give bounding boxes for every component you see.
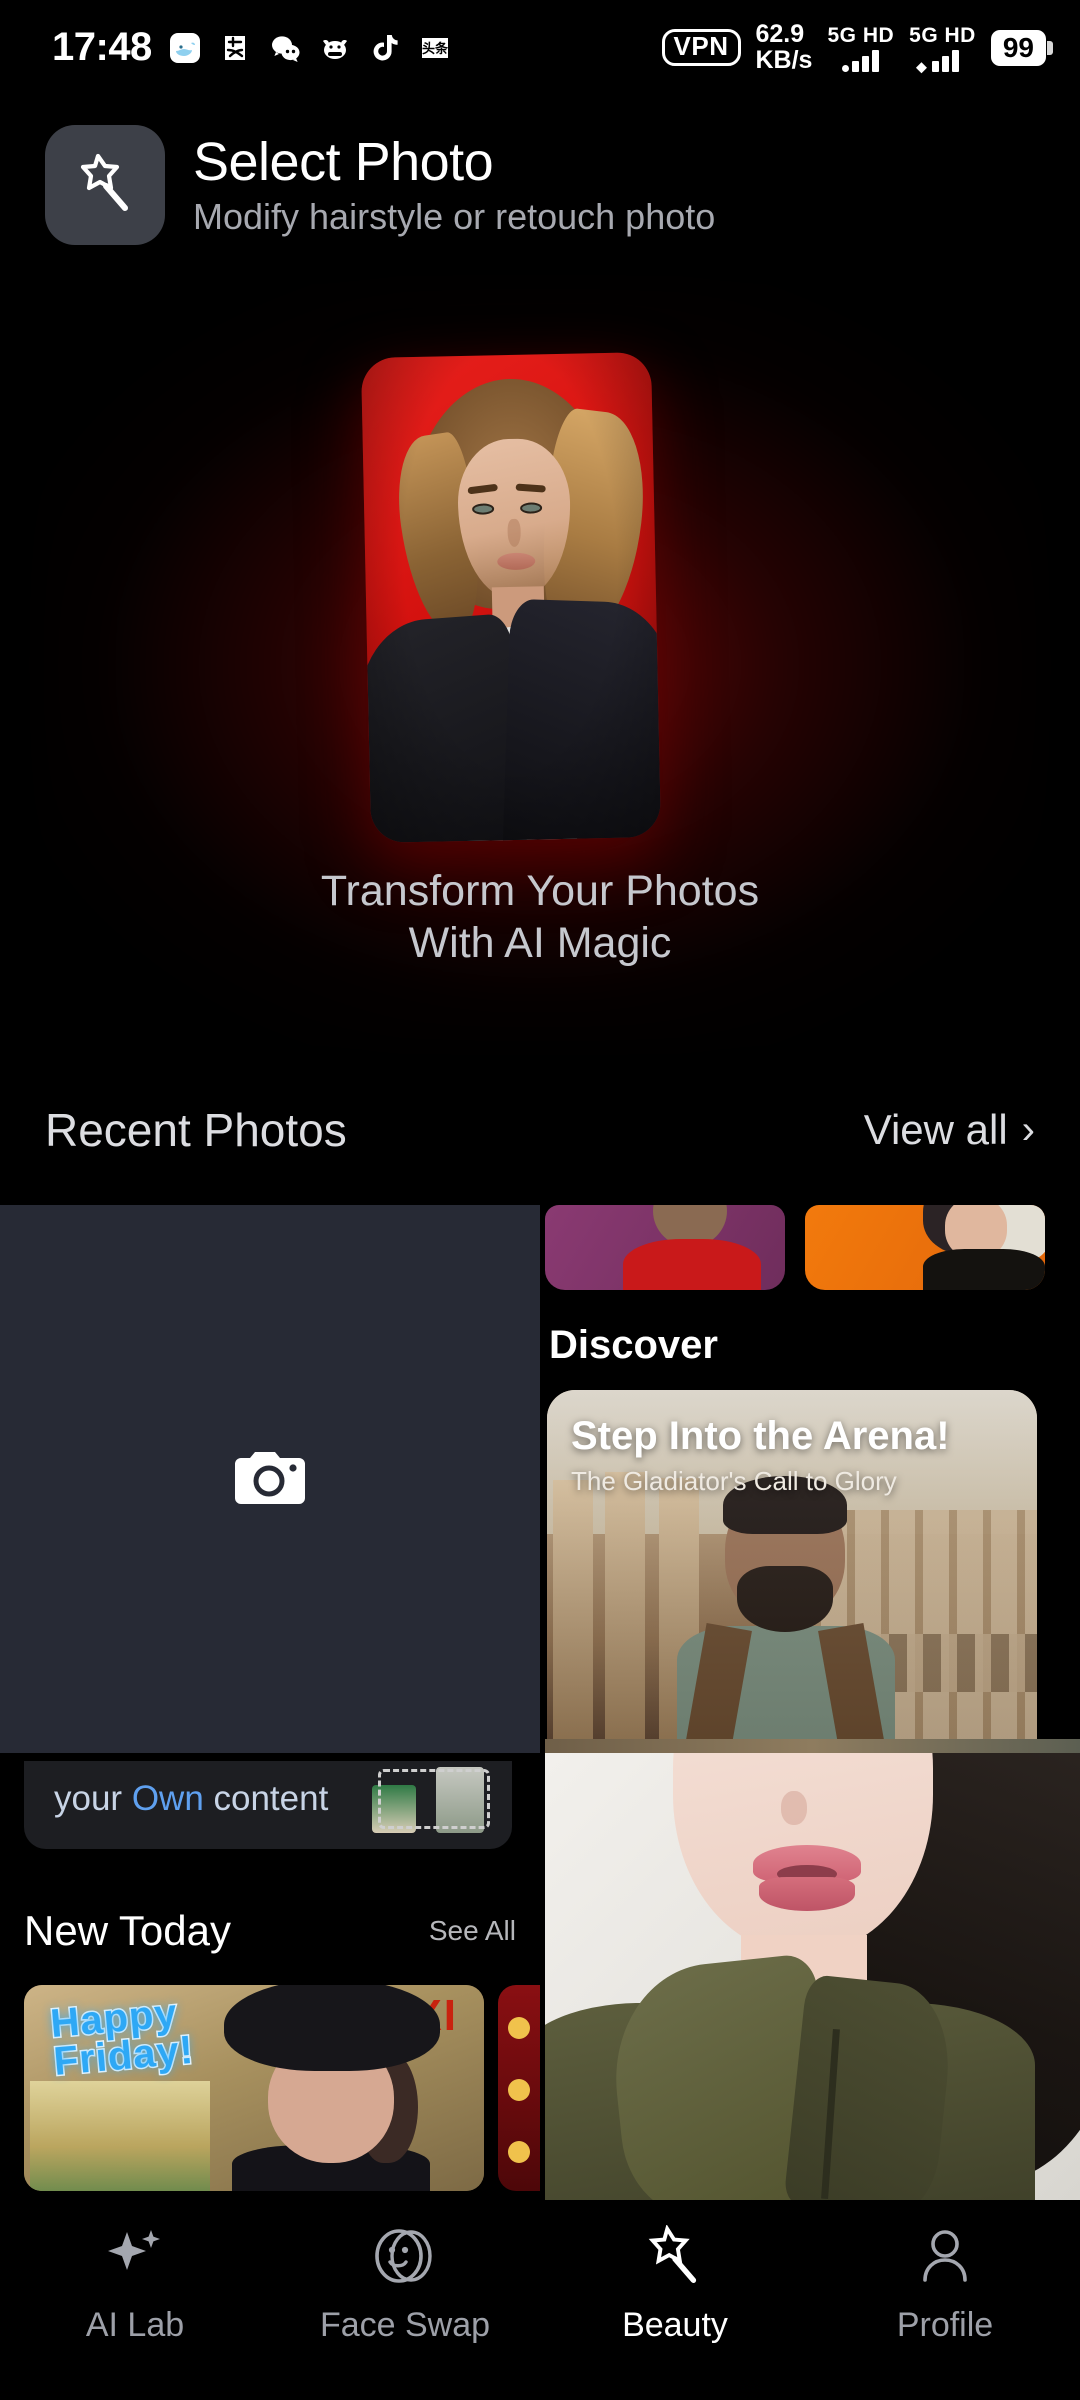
battery-badge: 99: [990, 29, 1054, 66]
selection-marquee: [378, 1769, 490, 1829]
nav-item-profile[interactable]: Profile: [810, 2222, 1080, 2345]
status-bar-right: VPN 62.9 KB/s 5G HD 5G HD ⬥ 99: [661, 20, 1054, 76]
nav-label-profile: Profile: [896, 2306, 994, 2344]
smiley-swap-icon: [371, 2222, 439, 2292]
discover-pane: Discover Step Into the Arena! The Gladia…: [545, 1205, 1080, 1753]
network-speed-value: 62.9: [755, 20, 805, 48]
header-icon-button[interactable]: [45, 125, 165, 245]
nav-label-face-swap: Face Swap: [319, 2306, 491, 2344]
own-text-prefix: your: [54, 1779, 132, 1818]
hero-photo-card[interactable]: [360, 352, 662, 843]
wechat-icon: [268, 31, 302, 65]
thumb-child-body: [623, 1239, 761, 1290]
sim1-bars: [842, 49, 880, 72]
magic-wand-icon: [643, 2222, 707, 2292]
hero-caption: Transform Your Photos With AI Magic: [0, 865, 1080, 970]
child-purple-thumb[interactable]: [545, 1205, 785, 1290]
svg-text:头条: 头条: [422, 41, 449, 57]
page-title: Select Photo: [193, 131, 494, 192]
data-transfer-icon: ⬥: [915, 58, 928, 76]
recent-thumbnails-row: [545, 1205, 1080, 1290]
lower-split-region: your Own content New Today See All EXI H…: [0, 1739, 1080, 2200]
nav-item-ai-lab[interactable]: AI Lab: [0, 2222, 270, 2345]
own-text-suffix: content: [203, 1779, 329, 1818]
card-person-hat: [224, 1985, 440, 2071]
sim2-signal: 5G HD ⬥: [909, 23, 976, 76]
preview-collar-right: [783, 1973, 957, 2200]
own-content-band[interactable]: your Own content: [24, 1761, 512, 1849]
new-today-header: New Today See All: [24, 1901, 516, 1961]
status-bar-left: 17:48 头条: [52, 25, 452, 70]
portrait-orange-thumb[interactable]: [805, 1205, 1045, 1290]
sparkle-icon: [104, 2222, 166, 2292]
network-speed: 62.9 KB/s: [755, 20, 813, 74]
nav-item-face-swap[interactable]: Face Swap: [270, 2222, 540, 2345]
camera-icon: [231, 1448, 309, 1510]
recent-photos-header: Recent Photos View all ›: [0, 1085, 1080, 1175]
beauty-preview-pane[interactable]: [545, 1753, 1080, 2200]
whale-icon: [168, 31, 202, 65]
nav-item-beauty[interactable]: Beauty: [540, 2222, 810, 2345]
magic-wand-icon: [72, 150, 138, 221]
recent-photos-title: Recent Photos: [45, 1104, 347, 1156]
new-today-row: EXI Happy Friday!: [24, 1985, 540, 2191]
sim2-bars: ⬥: [915, 49, 969, 76]
view-all-button[interactable]: View all ›: [864, 1106, 1035, 1154]
new-today-pane: your Own content New Today See All EXI H…: [0, 1753, 540, 2200]
preview-lower-lip: [759, 1877, 855, 1911]
sim1-signal: 5G HD: [827, 24, 894, 72]
hero-caption-line1: Transform Your Photos: [320, 867, 760, 915]
sim2-label: 5G HD: [909, 23, 976, 47]
vpn-badge: VPN: [661, 28, 741, 67]
page-subtitle: Modify hairstyle or retouch photo: [193, 196, 716, 238]
red-stage-card[interactable]: [498, 1985, 540, 2191]
nav-label-ai-lab: AI Lab: [85, 2306, 185, 2344]
status-bar: 17:48 头条 VPN 62.9 KB/s 5G HD 5G HD ⬥ 99: [0, 0, 1080, 95]
toutiao-icon: 头条: [418, 31, 452, 65]
discover-subhead: The Gladiator's Call to Glory: [571, 1466, 897, 1496]
mid-split-region: Discover Step Into the Arena! The Gladia…: [0, 1205, 1080, 1753]
person-icon: [916, 2222, 974, 2292]
hero-caption-line2: With AI Magic: [408, 919, 672, 968]
discover-headline: Step Into the Arena!: [571, 1414, 950, 1458]
hero-section: Transform Your Photos With AI Magic: [0, 265, 1080, 1055]
thumb-portrait-body: [923, 1249, 1045, 1290]
nav-label-beauty: Beauty: [622, 2306, 728, 2344]
own-text-highlight: Own: [131, 1779, 204, 1818]
happy-friday-card[interactable]: EXI Happy Friday!: [24, 1985, 484, 2191]
own-content-text: your Own content: [54, 1779, 328, 1819]
bull-icon: [318, 31, 352, 65]
camera-tile[interactable]: [0, 1205, 540, 1753]
market-goods: [30, 2081, 210, 2191]
happy-friday-sticker: Happy Friday!: [47, 1990, 198, 2086]
discover-card[interactable]: Step Into the Arena! The Gladiator's Cal…: [547, 1390, 1037, 1750]
tiktok-icon: [368, 31, 402, 65]
bottom-nav: AI Lab Face Swap Beauty Profile: [0, 2200, 1080, 2400]
page-header: Select Photo Modify hairstyle or retouch…: [0, 120, 1080, 250]
header-text: Select Photo Modify hairstyle or retouch…: [193, 132, 715, 239]
discover-title: Discover: [549, 1323, 718, 1367]
portrait-vignette: [360, 352, 662, 843]
preview-nose: [781, 1791, 807, 1825]
view-all-label: View all: [863, 1106, 1008, 1153]
network-speed-unit: KB/s: [755, 45, 813, 74]
sticker-line2: Friday!: [51, 2026, 198, 2085]
status-clock: 17:48: [52, 25, 152, 69]
see-all-button[interactable]: See All: [429, 1915, 516, 1947]
chevron-right-icon: ›: [1021, 1108, 1035, 1152]
alipay-icon: [218, 31, 252, 65]
sim1-label: 5G HD: [827, 23, 895, 47]
new-today-title: New Today: [24, 1907, 232, 1954]
